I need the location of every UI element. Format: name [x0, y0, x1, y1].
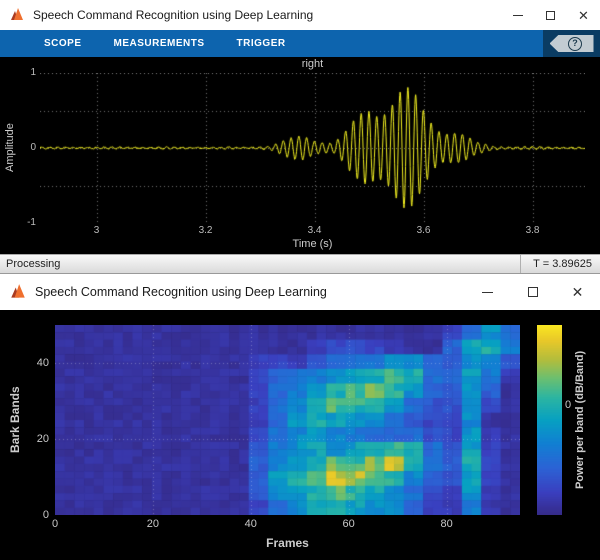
- y-axis-label: Bark Bands: [8, 325, 22, 515]
- window-controls: ✕: [501, 0, 600, 30]
- close-button[interactable]: ✕: [555, 274, 600, 310]
- y-tick-label: 1: [2, 67, 36, 78]
- window-controls: ✕: [465, 274, 600, 310]
- x-tick-label: 60: [343, 518, 355, 530]
- spectrogram-window: Speech Command Recognition using Deep Le…: [0, 273, 600, 560]
- tab-trigger[interactable]: TRIGGER: [237, 38, 286, 49]
- colorbar: [537, 325, 562, 515]
- maximize-icon: [528, 287, 538, 297]
- scope-titlebar[interactable]: Speech Command Recognition using Deep Le…: [0, 0, 600, 30]
- x-tick-label: 3.2: [199, 225, 213, 236]
- maximize-icon: [546, 11, 555, 20]
- minimize-button[interactable]: [465, 274, 510, 310]
- maximize-button[interactable]: [534, 0, 567, 30]
- y-tick-label: 0: [12, 509, 49, 521]
- matlab-icon: [9, 283, 27, 301]
- scope-window: Speech Command Recognition using Deep Le…: [0, 0, 600, 273]
- close-icon: ✕: [578, 9, 589, 22]
- colorbar-tick-label: 0: [565, 399, 571, 411]
- desktop: Speech Command Recognition using Deep Le…: [0, 0, 600, 560]
- figure-titlebar[interactable]: Speech Command Recognition using Deep Le…: [0, 274, 600, 310]
- y-tick-label: 0: [2, 142, 36, 153]
- close-icon: ✕: [572, 285, 584, 299]
- scope-statusbar: Processing T = 3.89625: [0, 254, 600, 273]
- x-tick-label: 3.4: [308, 225, 322, 236]
- tab-measurements[interactable]: MEASUREMENTS: [114, 38, 205, 49]
- x-tick-label: 80: [440, 518, 452, 530]
- y-tick-label: 20: [12, 433, 49, 445]
- help-icon: ?: [568, 37, 582, 51]
- x-tick-label: 3.8: [526, 225, 540, 236]
- tab-scope[interactable]: SCOPE: [44, 38, 82, 49]
- minimize-icon: [513, 15, 523, 16]
- minimize-icon: [482, 292, 493, 293]
- colorbar-label: Power per band (dB/Band): [574, 325, 586, 515]
- x-tick-label: 20: [147, 518, 159, 530]
- y-tick-label: -1: [2, 217, 36, 228]
- toolstrip-right-panel: ?: [543, 30, 600, 57]
- x-tick-label: 3: [94, 225, 100, 236]
- matlab-icon: [9, 7, 25, 23]
- window-title: Speech Command Recognition using Deep Le…: [33, 8, 313, 22]
- minimize-button[interactable]: [501, 0, 534, 30]
- sim-time-readout: T = 3.89625: [520, 255, 592, 273]
- close-button[interactable]: ✕: [567, 0, 600, 30]
- x-tick-label: 3.6: [417, 225, 431, 236]
- spectrogram-canvas: [55, 325, 520, 515]
- help-button[interactable]: ?: [550, 35, 594, 52]
- x-tick-label: 0: [52, 518, 58, 530]
- scope-toolstrip: SCOPE MEASUREMENTS TRIGGER ?: [0, 30, 600, 57]
- plot-title: right: [40, 58, 585, 70]
- x-axis-label: Time (s): [40, 238, 585, 250]
- waveform-canvas: [40, 73, 585, 223]
- x-axis-label: Frames: [55, 536, 520, 550]
- status-text: Processing: [6, 258, 60, 270]
- window-title: Speech Command Recognition using Deep Le…: [35, 285, 327, 299]
- figure-plot-area: Bark Bands Frames Power per band (dB/Ban…: [0, 310, 600, 560]
- y-tick-label: 40: [12, 357, 49, 369]
- scope-plot-area: right Amplitude Time (s) 33.23.43.63.8-1…: [0, 57, 600, 254]
- x-tick-label: 40: [245, 518, 257, 530]
- maximize-button[interactable]: [510, 274, 555, 310]
